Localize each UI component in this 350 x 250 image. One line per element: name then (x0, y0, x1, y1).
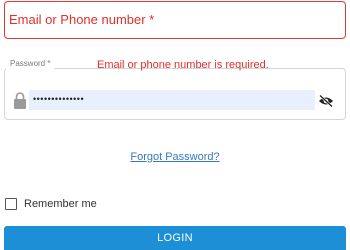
password-field-label: Password * (6, 58, 55, 70)
remember-me-row: Remember me (5, 197, 97, 211)
password-masked-value: •••••••••••••• (33, 94, 85, 104)
validation-error-message: Email or phone number is required. (97, 59, 269, 71)
forgot-password-link[interactable]: Forgot Password? (0, 151, 350, 164)
remember-me-checkbox[interactable] (5, 198, 17, 210)
eye-slash-icon[interactable] (318, 94, 334, 108)
email-field-label: Email or Phone number * (9, 12, 155, 27)
login-form: Email or Phone number * Password * Email… (0, 0, 350, 250)
lock-icon (13, 90, 27, 110)
remember-me-label[interactable]: Remember me (24, 198, 97, 211)
login-button[interactable]: LOGIN (4, 226, 346, 250)
